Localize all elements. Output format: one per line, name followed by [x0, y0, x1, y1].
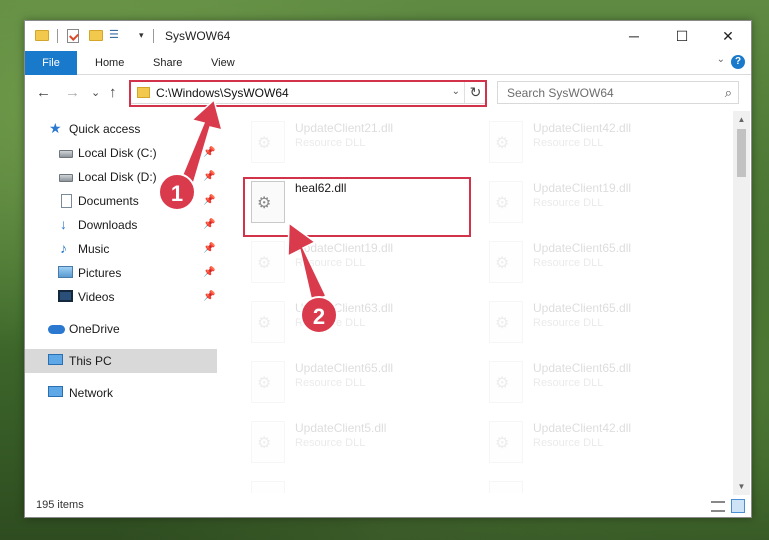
step-2-badge: 2 — [300, 296, 338, 334]
arrow-2-icon — [287, 221, 328, 304]
annotation-arrows — [176, 98, 328, 304]
step-1-badge: 1 — [158, 173, 196, 211]
